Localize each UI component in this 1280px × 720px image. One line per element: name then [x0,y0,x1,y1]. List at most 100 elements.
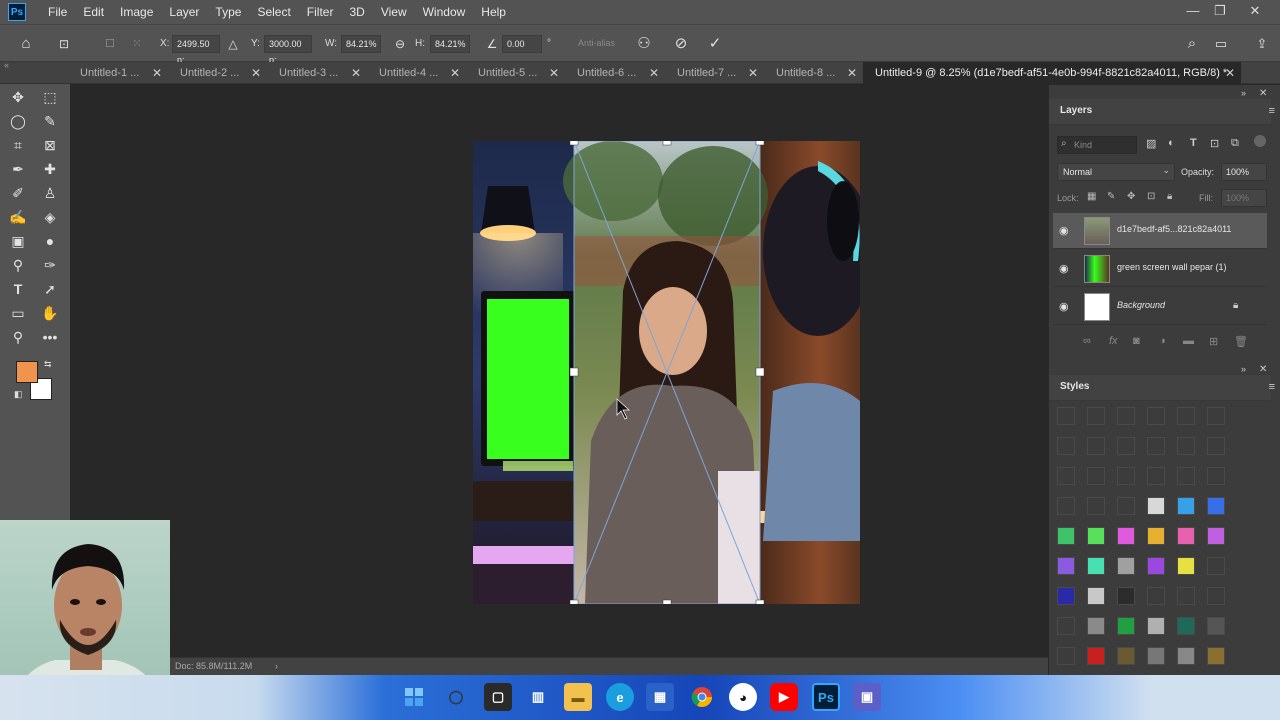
style-swatch[interactable] [1177,647,1195,665]
style-swatch[interactable] [1087,587,1105,605]
photoshop-taskbar-icon[interactable]: Ps [812,683,840,711]
close-panel-icon[interactable]: ✕ [1259,88,1267,99]
style-swatch[interactable] [1087,407,1105,425]
x-field[interactable]: 2499.50 p: [172,35,220,65]
visibility-eye-icon[interactable]: ◉ [1059,300,1069,313]
close-tab-icon[interactable]: ✕ [351,62,361,84]
style-swatch[interactable] [1057,497,1075,515]
history-brush-icon[interactable]: ✍ [7,206,29,228]
close-tab-icon[interactable]: ✕ [1225,62,1235,84]
style-swatch[interactable] [1057,587,1075,605]
gradient-tool-icon[interactable]: ▣ [7,230,29,252]
home-icon[interactable]: ⌂ [15,33,37,55]
zoom-tool-icon[interactable]: ⚲ [7,326,29,348]
tab-untitled-9[interactable]: Untitled-9 @ 8.25% (d1e7bedf-af51-4e0b-9… [863,62,1241,84]
cancel-transform-icon[interactable]: ⊘ [670,33,692,55]
menu-help[interactable]: Help [473,0,514,24]
path-select-icon[interactable]: ➚ [39,278,61,300]
photoshop-logo-icon[interactable]: Ps [8,3,26,21]
move-tool-icon[interactable]: ✥ [7,86,29,108]
layer-row[interactable]: ◉ green screen wall pepar (1) [1053,251,1267,287]
style-swatch[interactable] [1087,527,1105,545]
menu-image[interactable]: Image [112,0,161,24]
fill-field[interactable]: 100% [1221,189,1267,207]
filter-toggle[interactable] [1254,135,1266,147]
layers-panel-title[interactable]: Layers [1057,105,1095,116]
style-swatch[interactable] [1087,497,1105,515]
widgets-icon[interactable]: ▥ [524,683,552,711]
close-tab-icon[interactable]: ✕ [748,62,758,84]
menu-window[interactable]: Window [415,0,474,24]
style-swatch[interactable] [1087,647,1105,665]
lock-artboard-icon[interactable]: ⊡ [1147,191,1155,202]
layer-row[interactable]: ◉ d1e7bedf-af5...821c82a4011 [1053,213,1267,249]
add-mask-icon[interactable]: ◙ [1133,335,1140,347]
hand-tool-icon[interactable]: ✋ [39,302,61,324]
commit-transform-icon[interactable]: ✓ [704,33,726,55]
angle-field[interactable]: 0.00 [502,35,542,53]
style-swatch[interactable] [1207,527,1225,545]
style-swatch[interactable] [1207,647,1225,665]
tab-untitled-8[interactable]: Untitled-8 ... ✕ [764,62,863,84]
close-panel-icon[interactable]: ✕ [1259,364,1267,375]
style-swatch[interactable] [1147,437,1165,455]
style-swatch[interactable] [1207,617,1225,635]
style-swatch[interactable] [1057,647,1075,665]
workspace-icon[interactable]: ▭ [1210,33,1232,55]
rectangle-tool-icon[interactable]: ▭ [7,302,29,324]
brush-tool-icon[interactable]: ✐ [7,182,29,204]
close-tab-icon[interactable]: ✕ [847,62,857,84]
tab-untitled-7[interactable]: Untitled-7 ... ✕ [665,62,764,84]
menu-select[interactable]: Select [249,0,298,24]
style-swatch[interactable] [1057,467,1075,485]
close-tab-icon[interactable]: ✕ [251,62,261,84]
lock-image-icon[interactable]: ✎ [1107,191,1115,202]
teams-icon[interactable]: ▣ [853,683,881,711]
delta-icon[interactable]: △ [222,33,244,55]
style-swatch[interactable] [1177,407,1195,425]
style-swatch[interactable] [1147,467,1165,485]
tab-untitled-3[interactable]: Untitled-3 ... ✕ [267,62,367,84]
task-view-icon[interactable]: ▢ [484,683,512,711]
style-swatch[interactable] [1087,617,1105,635]
menu-3d[interactable]: 3D [341,0,372,24]
youtube-icon[interactable]: ▶ [770,683,798,711]
close-tab-icon[interactable]: ✕ [152,62,162,84]
collapse-panels-icon[interactable]: » [1241,364,1246,374]
style-swatch[interactable] [1177,617,1195,635]
style-swatch[interactable] [1147,527,1165,545]
style-swatch[interactable] [1147,647,1165,665]
style-swatch[interactable] [1207,437,1225,455]
menu-type[interactable]: Type [207,0,249,24]
blur-tool-icon[interactable]: ● [39,230,61,252]
menu-file[interactable]: File [40,0,75,24]
visibility-eye-icon[interactable]: ◉ [1059,262,1069,275]
close-window-button[interactable]: ✕ [1238,0,1272,24]
style-swatch[interactable] [1087,437,1105,455]
panel-menu-icon[interactable]: ≡ [1269,105,1275,117]
style-swatch[interactable] [1207,407,1225,425]
height-field[interactable]: 84.21% [430,35,470,53]
artboard-tool-icon[interactable]: ⬚ [39,86,61,108]
restore-button[interactable]: ❐ [1203,0,1237,24]
style-swatch[interactable] [1147,557,1165,575]
style-swatch[interactable] [1177,467,1195,485]
tab-untitled-2[interactable]: Untitled-2 ... ✕ [168,62,267,84]
close-tab-icon[interactable]: ✕ [450,62,460,84]
quick-select-tool-icon[interactable]: ✎ [39,110,61,132]
style-swatch[interactable] [1057,617,1075,635]
menu-layer[interactable]: Layer [161,0,207,24]
store-icon[interactable]: ▦ [646,683,674,711]
style-swatch[interactable] [1147,617,1165,635]
style-swatch[interactable] [1177,527,1195,545]
share-icon[interactable]: ⇪ [1251,33,1273,55]
tab-untitled-1[interactable]: Untitled-1 ... ✕ [68,62,168,84]
new-layer-icon[interactable]: ⊞ [1209,335,1218,348]
width-field[interactable]: 84.21% [341,35,381,53]
windows-start-icon[interactable] [400,683,428,711]
style-swatch[interactable] [1117,527,1135,545]
style-swatch[interactable] [1147,587,1165,605]
filter-adjustment-icon[interactable]: ◐ [1168,137,1175,149]
menu-filter[interactable]: Filter [299,0,342,24]
chrome-icon[interactable] [688,683,716,711]
